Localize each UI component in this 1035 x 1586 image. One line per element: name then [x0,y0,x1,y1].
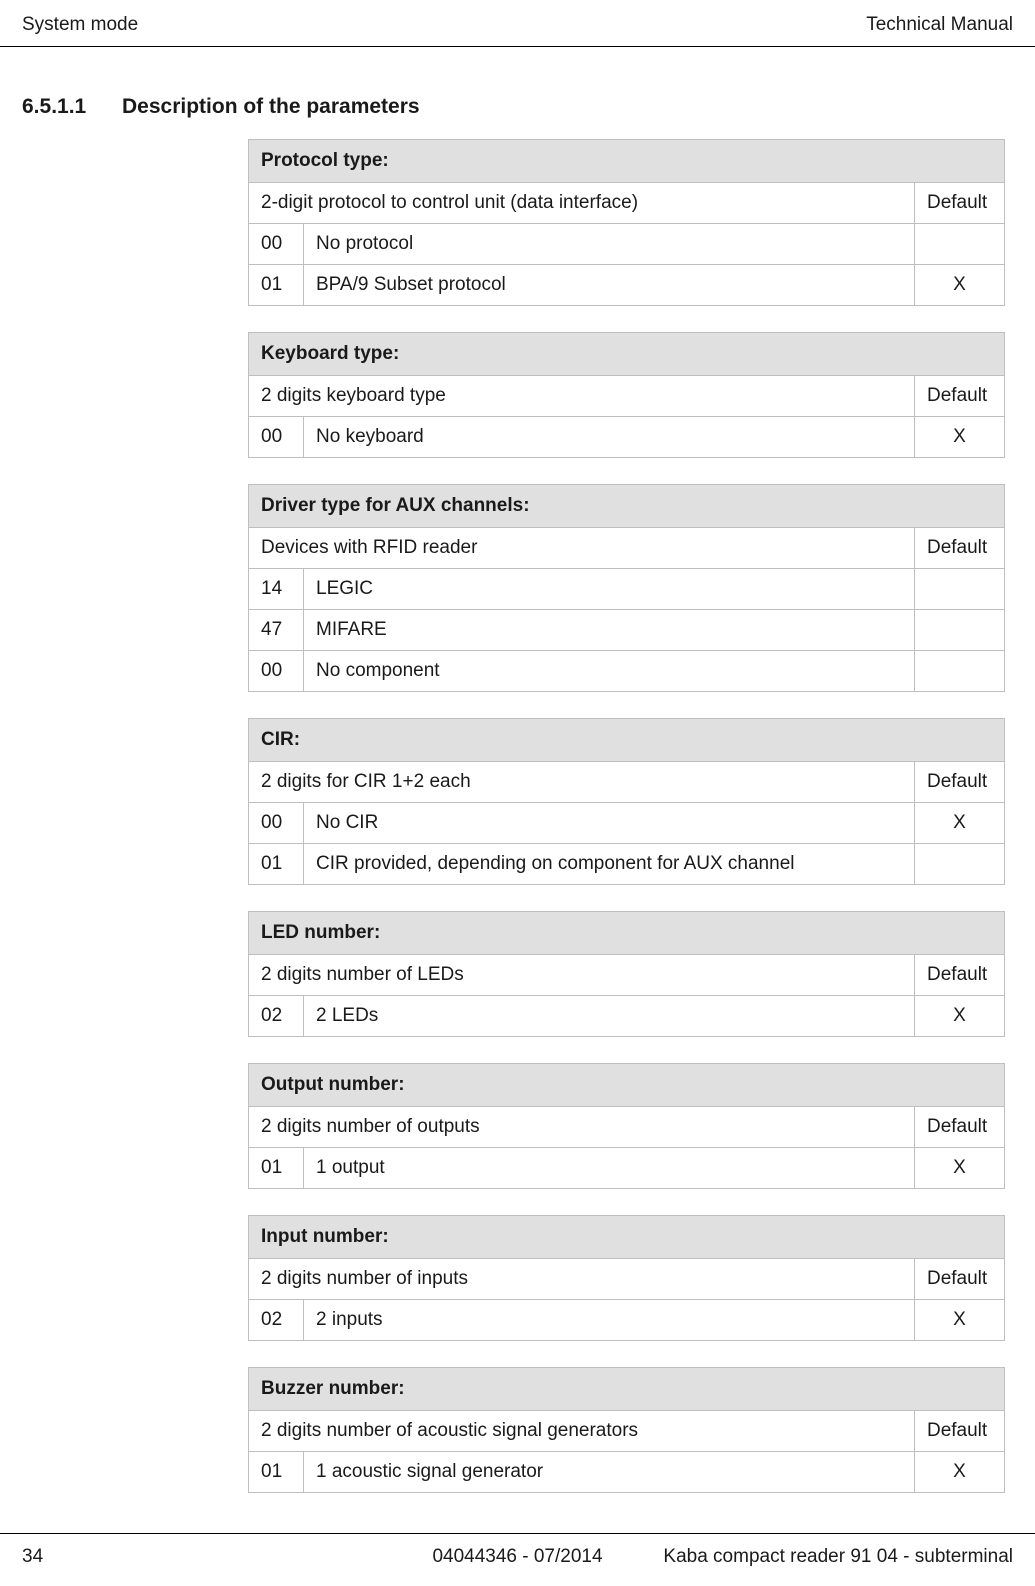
header-left: System mode [22,14,138,36]
param-default: X [914,265,1004,306]
param-code: 00 [249,224,304,265]
param-default: X [915,417,1005,458]
param-default [914,224,1004,265]
param-code: 00 [249,651,304,692]
page-header: System mode Technical Manual [0,0,1035,47]
param-table-subhead: Devices with RFID reader [249,528,915,569]
param-default: X [914,1148,1004,1189]
param-default [914,844,1004,885]
param-table-default-label: Default [914,1259,1004,1300]
param-table: Driver type for AUX channels:Devices wit… [248,484,1005,692]
param-code: 01 [249,265,304,306]
param-label: No component [304,651,915,692]
param-table-subhead: 2 digits number of LEDs [249,955,915,996]
param-code: 02 [249,1300,304,1341]
param-default [914,651,1004,692]
table-row: 00No CIRX [249,803,1005,844]
tables-container: Protocol type:2-digit protocol to contro… [248,139,1013,1493]
param-table: Buzzer number:2 digits number of acousti… [248,1367,1005,1493]
page-footer: 34 04044346 - 07/2014 Kaba compact reade… [0,1533,1035,1586]
table-row: 022 inputsX [249,1300,1005,1341]
param-table-subhead: 2-digit protocol to control unit (data i… [249,183,915,224]
param-table: CIR:2 digits for CIR 1+2 eachDefault00No… [248,718,1005,885]
param-table-title: Buzzer number: [249,1368,1005,1411]
param-label: CIR provided, depending on component for… [304,844,915,885]
param-code: 47 [249,610,304,651]
table-row: 022 LEDsX [249,996,1005,1037]
param-code: 01 [249,844,304,885]
param-table: Keyboard type:2 digits keyboard typeDefa… [248,332,1005,458]
param-label: 1 output [304,1148,915,1189]
param-code: 01 [249,1452,304,1493]
param-table-title: Input number: [249,1216,1005,1259]
param-default [914,610,1004,651]
param-table-title: LED number: [249,912,1005,955]
table-row: 01BPA/9 Subset protocolX [249,265,1005,306]
table-row: 00No component [249,651,1005,692]
table-row: 00No protocol [249,224,1005,265]
table-row: 011 acoustic signal generatorX [249,1452,1005,1493]
table-row: 47MIFARE [249,610,1005,651]
section-number: 6.5.1.1 [22,95,100,119]
param-label: MIFARE [304,610,915,651]
param-table-default-label: Default [914,1107,1004,1148]
header-right: Technical Manual [866,14,1013,36]
param-label: BPA/9 Subset protocol [304,265,915,306]
footer-docid: 04044346 - 07/2014 [432,1546,602,1568]
param-table-title: Output number: [249,1064,1005,1107]
param-label: No keyboard [304,417,915,458]
table-row: 14LEGIC [249,569,1005,610]
param-table-subhead: 2 digits number of acoustic signal gener… [249,1411,915,1452]
param-table: Input number:2 digits number of inputsDe… [248,1215,1005,1341]
param-code: 00 [249,417,304,458]
param-table: Output number:2 digits number of outputs… [248,1063,1005,1189]
param-default: X [915,996,1005,1037]
param-table-default-label: Default [915,376,1005,417]
param-table-title: Protocol type: [249,140,1005,183]
param-default: X [914,1452,1004,1493]
param-label: 2 inputs [304,1300,915,1341]
param-table-default-label: Default [914,183,1004,224]
param-label: No protocol [304,224,915,265]
param-table-subhead: 2 digits number of inputs [249,1259,915,1300]
param-default: X [914,803,1004,844]
param-code: 01 [249,1148,304,1189]
section-title: Description of the parameters [122,95,420,119]
table-row: 01CIR provided, depending on component f… [249,844,1005,885]
param-table-subhead: 2 digits keyboard type [249,376,915,417]
table-row: 00No keyboardX [249,417,1005,458]
param-table-title: Driver type for AUX channels: [249,485,1005,528]
param-default: X [914,1300,1004,1341]
param-label: 2 LEDs [304,996,915,1037]
section-heading: 6.5.1.1 Description of the parameters [22,95,1013,119]
param-table: LED number:2 digits number of LEDsDefaul… [248,911,1005,1037]
param-table-default-label: Default [914,1411,1004,1452]
param-table-default-label: Default [915,955,1005,996]
param-label: 1 acoustic signal generator [304,1452,915,1493]
param-table-title: Keyboard type: [249,333,1005,376]
footer-page-number: 34 [22,1546,43,1568]
param-label: LEGIC [304,569,915,610]
param-table-title: CIR: [249,719,1005,762]
param-table-subhead: 2 digits for CIR 1+2 each [249,762,915,803]
param-default [914,569,1004,610]
page-content: 6.5.1.1 Description of the parameters Pr… [0,47,1035,1493]
param-table: Protocol type:2-digit protocol to contro… [248,139,1005,306]
param-code: 02 [249,996,304,1037]
param-code: 14 [249,569,304,610]
table-row: 011 outputX [249,1148,1005,1189]
param-label: No CIR [304,803,915,844]
footer-product: Kaba compact reader 91 04 - subterminal [663,1546,1013,1568]
param-code: 00 [249,803,304,844]
param-table-default-label: Default [914,528,1004,569]
param-table-subhead: 2 digits number of outputs [249,1107,915,1148]
param-table-default-label: Default [914,762,1004,803]
